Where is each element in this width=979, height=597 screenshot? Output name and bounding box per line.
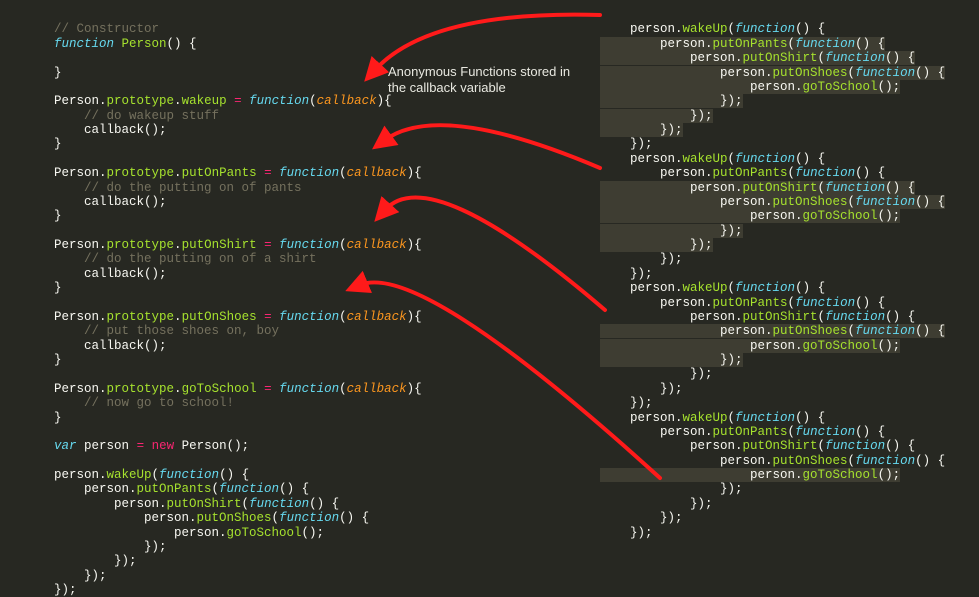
- code-text: }: [54, 137, 62, 151]
- code-classname: Person: [122, 37, 167, 51]
- code-param: callback: [317, 94, 377, 108]
- annotation-text: Anonymous Functions stored in the callba…: [388, 64, 588, 97]
- code-keyword: function: [54, 37, 114, 51]
- code-text: Person: [54, 166, 99, 180]
- code-text: () {: [167, 37, 197, 51]
- code-prop: prototype: [107, 94, 175, 108]
- code-text: }: [54, 66, 62, 80]
- code-keyword: function: [249, 94, 309, 108]
- code-pane-right: person.wakeUp(function() { person.putOnP…: [600, 8, 945, 540]
- code-comment: // do wakeup stuff: [54, 109, 219, 123]
- code-text: Person: [54, 94, 99, 108]
- code-text: callback: [54, 123, 144, 137]
- code-comment: // Constructor: [54, 22, 159, 36]
- code-pane-left: // Constructor function Person() { } Per…: [54, 8, 422, 597]
- code-prop: wakeup: [182, 94, 227, 108]
